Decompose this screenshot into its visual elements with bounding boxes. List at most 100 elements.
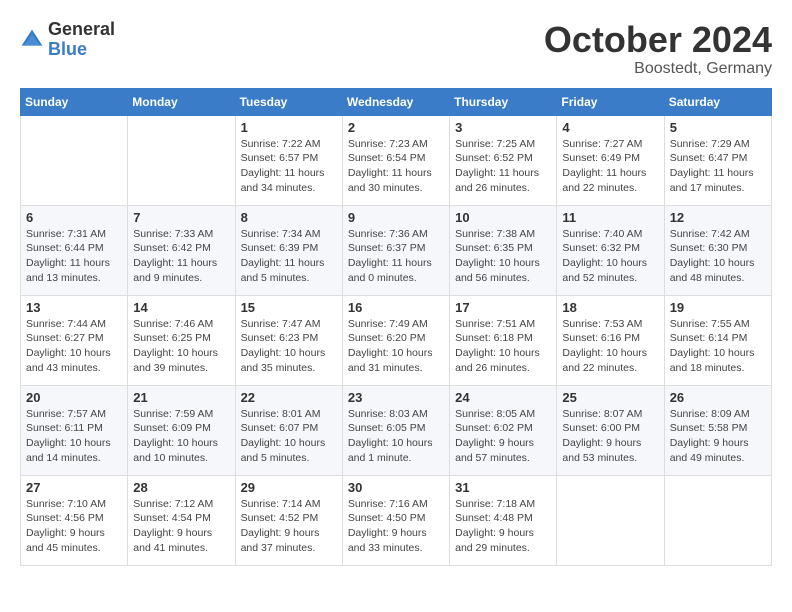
calendar-cell [664,475,771,565]
day-detail: Sunrise: 7:33 AMSunset: 6:42 PMDaylight:… [133,227,229,286]
day-detail: Sunrise: 7:12 AMSunset: 4:54 PMDaylight:… [133,497,229,556]
day-number: 13 [26,300,122,315]
day-of-week-header: Wednesday [342,88,449,115]
day-of-week-header: Sunday [21,88,128,115]
calendar-cell: 10 Sunrise: 7:38 AMSunset: 6:35 PMDayligh… [450,205,557,295]
day-number: 16 [348,300,444,315]
month-title: October 2024 [544,20,772,60]
calendar-cell: 29 Sunrise: 7:14 AMSunset: 4:52 PMDayligh… [235,475,342,565]
day-detail: Sunrise: 7:44 AMSunset: 6:27 PMDaylight:… [26,317,122,376]
day-detail: Sunrise: 7:55 AMSunset: 6:14 PMDaylight:… [670,317,766,376]
calendar-week-row: 6 Sunrise: 7:31 AMSunset: 6:44 PMDaylight… [21,205,772,295]
day-detail: Sunrise: 7:40 AMSunset: 6:32 PMDaylight:… [562,227,658,286]
calendar-table: SundayMondayTuesdayWednesdayThursdayFrid… [20,88,772,566]
day-number: 28 [133,480,229,495]
calendar-cell: 17 Sunrise: 7:51 AMSunset: 6:18 PMDayligh… [450,295,557,385]
calendar-cell [21,115,128,205]
day-detail: Sunrise: 8:07 AMSunset: 6:00 PMDaylight:… [562,407,658,466]
day-number: 25 [562,390,658,405]
calendar-title-area: October 2024 Boostedt, Germany [544,20,772,78]
calendar-cell: 13 Sunrise: 7:44 AMSunset: 6:27 PMDayligh… [21,295,128,385]
calendar-week-row: 27 Sunrise: 7:10 AMSunset: 4:56 PMDayligh… [21,475,772,565]
day-number: 5 [670,120,766,135]
day-of-week-header: Tuesday [235,88,342,115]
day-detail: Sunrise: 7:38 AMSunset: 6:35 PMDaylight:… [455,227,551,286]
logo-icon [20,28,44,52]
days-of-week-row: SundayMondayTuesdayWednesdayThursdayFrid… [21,88,772,115]
calendar-cell: 11Sunrise: 7:40 AMSunset: 6:32 PMDayligh… [557,205,664,295]
calendar-cell: 26 Sunrise: 8:09 AMSunset: 5:58 PMDayligh… [664,385,771,475]
day-detail: Sunrise: 8:01 AMSunset: 6:07 PMDaylight:… [241,407,337,466]
calendar-cell [128,115,235,205]
calendar-cell: 2 Sunrise: 7:23 AMSunset: 6:54 PMDaylight… [342,115,449,205]
calendar-cell: 14 Sunrise: 7:46 AMSunset: 6:25 PMDayligh… [128,295,235,385]
day-number: 10 [455,210,551,225]
day-of-week-header: Monday [128,88,235,115]
day-number: 9 [348,210,444,225]
calendar-cell: 1 Sunrise: 7:22 AMSunset: 6:57 PMDaylight… [235,115,342,205]
calendar-cell: 5 Sunrise: 7:29 AMSunset: 6:47 PMDaylight… [664,115,771,205]
logo-blue-text: Blue [48,40,115,60]
calendar-cell: 4Sunrise: 7:27 AMSunset: 6:49 PMDaylight… [557,115,664,205]
day-detail: Sunrise: 7:29 AMSunset: 6:47 PMDaylight:… [670,137,766,196]
day-number: 27 [26,480,122,495]
day-number: 15 [241,300,337,315]
day-detail: Sunrise: 7:10 AMSunset: 4:56 PMDaylight:… [26,497,122,556]
page-header: General Blue October 2024 Boostedt, Germ… [20,20,772,78]
calendar-cell: 8 Sunrise: 7:34 AMSunset: 6:39 PMDaylight… [235,205,342,295]
day-detail: Sunrise: 7:16 AMSunset: 4:50 PMDaylight:… [348,497,444,556]
day-number: 29 [241,480,337,495]
day-detail: Sunrise: 7:18 AMSunset: 4:48 PMDaylight:… [455,497,551,556]
day-detail: Sunrise: 7:14 AMSunset: 4:52 PMDaylight:… [241,497,337,556]
day-detail: Sunrise: 7:57 AMSunset: 6:11 PMDaylight:… [26,407,122,466]
calendar-cell: 18 Sunrise: 7:53 AMSunset: 6:16 PMDayligh… [557,295,664,385]
calendar-cell: 30 Sunrise: 7:16 AMSunset: 4:50 PMDayligh… [342,475,449,565]
day-detail: Sunrise: 7:51 AMSunset: 6:18 PMDaylight:… [455,317,551,376]
calendar-cell: 23Sunrise: 8:03 AMSunset: 6:05 PMDayligh… [342,385,449,475]
day-number: 18 [562,300,658,315]
calendar-cell: 24Sunrise: 8:05 AMSunset: 6:02 PMDayligh… [450,385,557,475]
day-number: 23 [348,390,444,405]
day-detail: Sunrise: 7:53 AMSunset: 6:16 PMDaylight:… [562,317,658,376]
day-detail: Sunrise: 7:46 AMSunset: 6:25 PMDaylight:… [133,317,229,376]
calendar-cell: 6 Sunrise: 7:31 AMSunset: 6:44 PMDaylight… [21,205,128,295]
calendar-week-row: 20Sunrise: 7:57 AMSunset: 6:11 PMDayligh… [21,385,772,475]
day-detail: Sunrise: 7:34 AMSunset: 6:39 PMDaylight:… [241,227,337,286]
day-number: 26 [670,390,766,405]
day-number: 2 [348,120,444,135]
location-title: Boostedt, Germany [544,60,772,78]
calendar-cell: 3Sunrise: 7:25 AMSunset: 6:52 PMDaylight… [450,115,557,205]
day-number: 31 [455,480,551,495]
day-detail: Sunrise: 7:31 AMSunset: 6:44 PMDaylight:… [26,227,122,286]
day-number: 12 [670,210,766,225]
calendar-cell: 7 Sunrise: 7:33 AMSunset: 6:42 PMDaylight… [128,205,235,295]
day-detail: Sunrise: 7:22 AMSunset: 6:57 PMDaylight:… [241,137,337,196]
calendar-cell: 19 Sunrise: 7:55 AMSunset: 6:14 PMDayligh… [664,295,771,385]
day-of-week-header: Saturday [664,88,771,115]
day-of-week-header: Friday [557,88,664,115]
day-number: 1 [241,120,337,135]
calendar-cell: 28 Sunrise: 7:12 AMSunset: 4:54 PMDayligh… [128,475,235,565]
day-number: 14 [133,300,229,315]
day-detail: Sunrise: 8:09 AMSunset: 5:58 PMDaylight:… [670,407,766,466]
day-number: 6 [26,210,122,225]
day-detail: Sunrise: 7:23 AMSunset: 6:54 PMDaylight:… [348,137,444,196]
day-number: 30 [348,480,444,495]
logo: General Blue [20,20,115,60]
day-number: 8 [241,210,337,225]
day-number: 17 [455,300,551,315]
day-detail: Sunrise: 7:25 AMSunset: 6:52 PMDaylight:… [455,137,551,196]
day-detail: Sunrise: 7:47 AMSunset: 6:23 PMDaylight:… [241,317,337,376]
calendar-cell: 25 Sunrise: 8:07 AMSunset: 6:00 PMDayligh… [557,385,664,475]
calendar-cell: 27 Sunrise: 7:10 AMSunset: 4:56 PMDayligh… [21,475,128,565]
calendar-cell [557,475,664,565]
day-number: 7 [133,210,229,225]
calendar-cell: 9 Sunrise: 7:36 AMSunset: 6:37 PMDaylight… [342,205,449,295]
calendar-week-row: 13 Sunrise: 7:44 AMSunset: 6:27 PMDayligh… [21,295,772,385]
calendar-week-row: 1 Sunrise: 7:22 AMSunset: 6:57 PMDaylight… [21,115,772,205]
day-number: 21 [133,390,229,405]
day-number: 24 [455,390,551,405]
calendar-cell: 21Sunrise: 7:59 AMSunset: 6:09 PMDayligh… [128,385,235,475]
day-detail: Sunrise: 7:36 AMSunset: 6:37 PMDaylight:… [348,227,444,286]
day-number: 19 [670,300,766,315]
